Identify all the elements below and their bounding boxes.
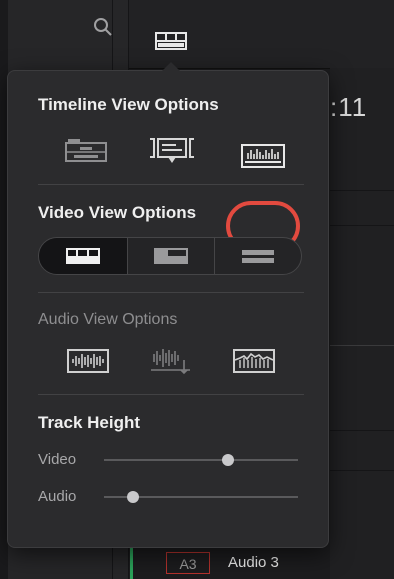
- track-divider: [330, 430, 394, 431]
- timeline-view-options-popover: Timeline View Options Video View Options…: [7, 70, 329, 548]
- subtitle-tracks-icon: [150, 138, 194, 163]
- waveform-overlay-icon: [233, 349, 275, 373]
- stacked-timelines-icon: [65, 139, 107, 162]
- thumbnail-view-button[interactable]: [127, 238, 215, 274]
- waveform-full-icon: [67, 349, 109, 373]
- audio-height-label: Audio: [38, 488, 77, 505]
- stacked-timelines-button[interactable]: [64, 137, 108, 168]
- video-view-segmented-control: [38, 237, 302, 275]
- track-name: Audio 3: [228, 554, 279, 571]
- track-divider: [330, 345, 394, 346]
- track-divider: [330, 225, 394, 226]
- section-divider: [38, 184, 304, 185]
- audio-waveforms-icon: [241, 144, 285, 168]
- audio-waveforms-button[interactable]: [240, 143, 286, 174]
- filmstrip-view-icon: [66, 248, 100, 264]
- simple-view-icon: [242, 250, 274, 263]
- audio-view-options-title: Audio View Options: [38, 311, 178, 328]
- playhead-marker: [130, 548, 133, 579]
- section-divider: [38, 394, 304, 395]
- track-divider: [330, 190, 394, 191]
- timeline-view-options-icon: [155, 32, 187, 50]
- subtitle-tracks-button[interactable]: [146, 135, 198, 170]
- filmstrip-view-button[interactable]: [39, 238, 127, 274]
- search-button[interactable]: [92, 16, 114, 38]
- timecode-display: :11: [330, 92, 368, 122]
- video-height-slider[interactable]: [104, 454, 298, 466]
- timeline-view-options-title: Timeline View Options: [38, 95, 219, 114]
- track-badge[interactable]: A3: [166, 552, 210, 574]
- audio-height-slider[interactable]: [104, 491, 298, 503]
- video-height-slider-thumb[interactable]: [222, 454, 235, 466]
- thumbnail-view-icon: [154, 248, 188, 264]
- section-divider: [38, 292, 304, 293]
- timeline-view-options-button[interactable]: [154, 30, 188, 52]
- track-divider: [330, 470, 394, 471]
- popover-caret: [162, 62, 180, 71]
- simple-view-button[interactable]: [215, 238, 301, 274]
- video-height-label: Video: [38, 451, 77, 468]
- waveform-bottom-button[interactable]: [148, 346, 194, 381]
- waveform-bottom-icon: [151, 349, 190, 375]
- waveform-full-button[interactable]: [66, 348, 110, 379]
- audio-height-slider-thumb[interactable]: [127, 491, 140, 503]
- video-view-options-title: Video View Options: [38, 203, 197, 222]
- timeline-area: [330, 68, 394, 579]
- track-height-title: Track Height: [38, 413, 141, 432]
- waveform-overlay-button[interactable]: [232, 348, 276, 379]
- search-icon: [94, 18, 112, 36]
